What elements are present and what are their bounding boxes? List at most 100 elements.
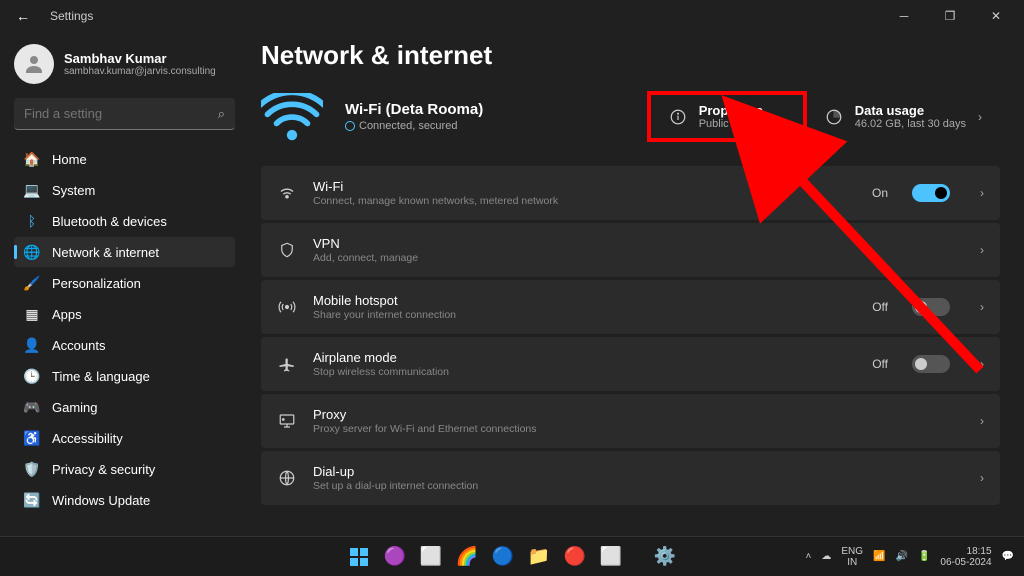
data-usage-card[interactable]: Data usage 46.02 GB, last 30 days › (807, 91, 1000, 142)
sidebar-item-label: Bluetooth & devices (52, 214, 167, 229)
close-button[interactable]: ✕ (976, 2, 1016, 30)
sidebar-item-personalization[interactable]: 🖌️ Personalization (14, 268, 235, 298)
wifi-row[interactable]: Wi-FiConnect, manage known networks, met… (261, 166, 1000, 220)
back-button[interactable]: ← (8, 4, 38, 28)
airplane-title: Airplane mode (313, 350, 856, 365)
clock[interactable]: 18:1506-05-2024 (940, 546, 991, 568)
minimize-button[interactable]: ─ (884, 2, 924, 30)
proxy-row[interactable]: ProxyProxy server for Wi-Fi and Ethernet… (261, 394, 1000, 448)
app-icon-2[interactable] (631, 541, 645, 573)
sidebar-item-label: Windows Update (52, 493, 150, 508)
dialup-row[interactable]: Dial-upSet up a dial-up internet connect… (261, 451, 1000, 505)
personalization-icon: 🖌️ (24, 275, 40, 291)
search-box[interactable]: ⌕ (14, 98, 235, 130)
page-title: Network & internet (261, 40, 1000, 71)
proxy-sub: Proxy server for Wi-Fi and Ethernet conn… (313, 423, 950, 435)
sidebar-item-label: Accounts (52, 338, 105, 353)
app-title: Settings (50, 9, 93, 23)
dialup-sub: Set up a dial-up internet connection (313, 480, 950, 492)
airplane-toggle[interactable] (912, 355, 950, 373)
accessibility-icon: ♿ (24, 430, 40, 446)
proxy-icon (277, 412, 297, 430)
wifi-title: Wi-Fi (313, 179, 856, 194)
sidebar-item-label: Home (52, 152, 87, 167)
user-email: sambhav.kumar@jarvis.consulting (64, 66, 216, 77)
sidebar-item-label: Accessibility (52, 431, 123, 446)
onedrive-icon[interactable]: ☁ (821, 551, 831, 562)
home-icon: 🏠 (24, 151, 40, 167)
search-input[interactable] (24, 106, 218, 121)
wifi-state: Connected, secured (359, 120, 457, 132)
sidebar-item-system[interactable]: 💻System (14, 175, 235, 205)
airplane-toggle-label: Off (872, 357, 888, 371)
info-icon (669, 108, 687, 126)
start-button[interactable] (343, 541, 375, 573)
hotspot-title: Mobile hotspot (313, 293, 856, 308)
wifi-toggle[interactable] (912, 184, 950, 202)
edge-icon[interactable]: 🔵 (487, 541, 519, 573)
usage-icon (825, 108, 843, 126)
copilot-icon[interactable]: 🟣 (379, 541, 411, 573)
proxy-title: Proxy (313, 407, 950, 422)
sidebar-item-gaming[interactable]: 🎮Gaming (14, 392, 235, 422)
chrome-icon[interactable]: 🌈 (451, 541, 483, 573)
hotspot-toggle[interactable] (912, 298, 950, 316)
sidebar-item-accounts[interactable]: 👤Accounts (14, 330, 235, 360)
wifi-sub: Connect, manage known networks, metered … (313, 195, 856, 207)
notifications-icon[interactable]: 💬 (1002, 551, 1014, 562)
battery-tray-icon[interactable]: 🔋 (918, 551, 930, 562)
sidebar-item-update[interactable]: 🔄 Windows Update (14, 485, 235, 515)
vpn-row[interactable]: VPNAdd, connect, manage› (261, 223, 1000, 277)
chevron-right-icon: › (980, 414, 984, 428)
settings-taskbar-icon[interactable]: ⚙️ (649, 541, 681, 573)
sidebar-item-label: Privacy & security (52, 462, 155, 477)
sidebar-item-network[interactable]: 🌐Network & internet (14, 237, 235, 267)
network-icon: 🌐 (24, 244, 40, 260)
user-profile[interactable]: Sambhav Kumar sambhav.kumar@jarvis.consu… (14, 44, 235, 84)
maximize-button[interactable]: ❐ (930, 2, 970, 30)
apps-icon: ▦ (24, 306, 40, 322)
properties-card[interactable]: Properties Public network (647, 91, 807, 142)
globe-icon (345, 121, 355, 131)
chevron-right-icon: › (980, 300, 984, 314)
user-name: Sambhav Kumar (64, 51, 216, 66)
wifi-name: Wi-Fi (Deta Rooma) (345, 101, 483, 118)
main-content: Network & internet Wi-Fi (Deta Rooma) Co… (243, 32, 1024, 536)
opera-icon[interactable]: 🔴 (559, 541, 591, 573)
vpn-title: VPN (313, 236, 950, 251)
tray-chevron-icon[interactable]: ˄ (806, 551, 812, 562)
time-icon: 🕒 (24, 368, 40, 384)
sidebar-item-label: Time & language (52, 369, 150, 384)
sidebar-item-apps[interactable]: ▦ Apps (14, 299, 235, 329)
sidebar-item-accessibility[interactable]: ♿ Accessibility (14, 423, 235, 453)
wifi-toggle-label: On (872, 186, 888, 200)
properties-sub: Public network (699, 118, 771, 130)
hotspot-toggle-label: Off (872, 300, 888, 314)
sidebar-item-bluetooth[interactable]: ᛒ Bluetooth & devices (14, 206, 235, 236)
taskbar: 🟣 ⬜ 🌈 🔵 📁 🔴 ⬜ ⚙️ ˄ ☁ ENGIN 📶 🔊 🔋 18:1506… (0, 536, 1024, 576)
sidebar-item-privacy[interactable]: 🛡️Privacy & security (14, 454, 235, 484)
language-indicator[interactable]: ENGIN (841, 546, 863, 568)
update-icon: 🔄 (24, 492, 40, 508)
airplane-icon (277, 355, 297, 373)
sidebar-item-home[interactable]: 🏠 Home (14, 144, 235, 174)
explorer-icon[interactable]: 📁 (523, 541, 555, 573)
sidebar-item-time[interactable]: 🕒 Time & language (14, 361, 235, 391)
properties-title: Properties (699, 103, 771, 118)
hotspot-row[interactable]: Mobile hotspotShare your internet connec… (261, 280, 1000, 334)
volume-tray-icon[interactable]: 🔊 (895, 551, 907, 562)
sidebar-item-label: Personalization (52, 276, 141, 291)
taskview-icon[interactable]: ⬜ (415, 541, 447, 573)
vpn-icon (277, 241, 297, 259)
avatar (14, 44, 54, 84)
chevron-right-icon: › (978, 110, 982, 124)
wifi-tray-icon[interactable]: 📶 (873, 551, 885, 562)
airplane-row[interactable]: Airplane modeStop wireless communication… (261, 337, 1000, 391)
wifi-icon (277, 184, 297, 202)
bluetooth-icon: ᛒ (24, 213, 40, 229)
app-icon-1[interactable]: ⬜ (595, 541, 627, 573)
usage-title: Data usage (855, 103, 966, 118)
sidebar: Sambhav Kumar sambhav.kumar@jarvis.consu… (0, 32, 243, 536)
system-icon: 💻 (24, 182, 40, 198)
sidebar-item-label: Apps (52, 307, 82, 322)
